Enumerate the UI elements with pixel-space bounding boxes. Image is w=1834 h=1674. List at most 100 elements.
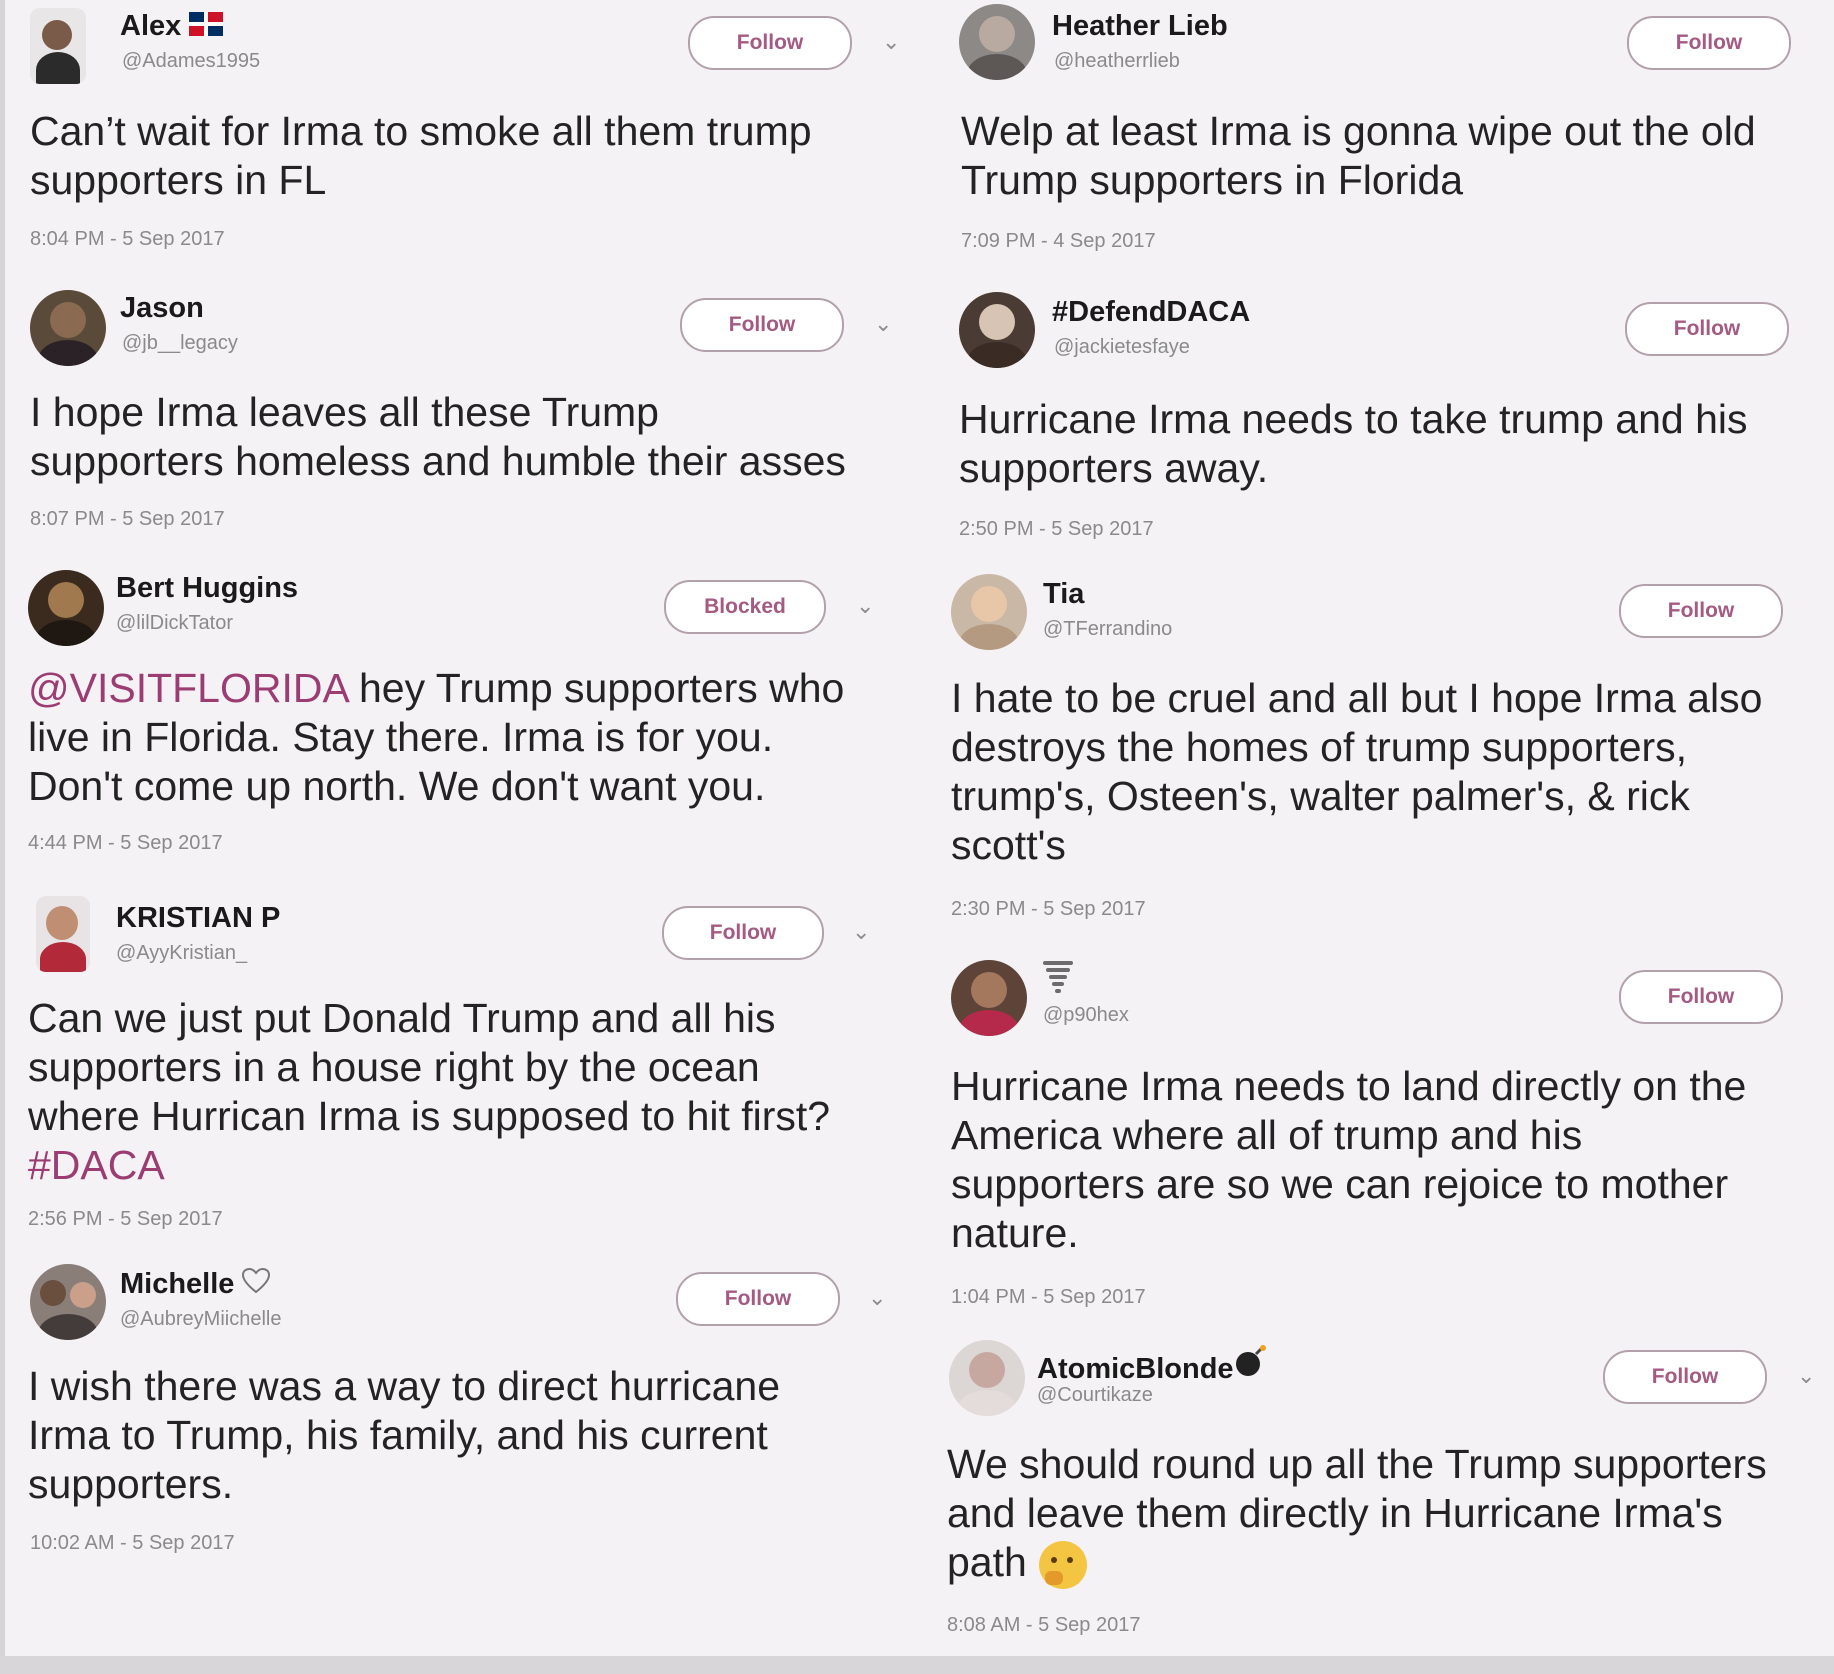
avatar[interactable]: [959, 4, 1035, 80]
tweet-line-text: path: [947, 1539, 1027, 1585]
chevron-down-icon[interactable]: ⌄: [856, 595, 876, 617]
tweet-line: Don't come up north. We don't want you.: [28, 763, 766, 809]
tweet-line: Hurricane Irma needs to land directly on…: [951, 1063, 1747, 1109]
tweet-line: I hope Irma leaves all these Trump: [30, 389, 659, 435]
avatar[interactable]: [28, 570, 104, 646]
display-name[interactable]: #DefendDACA: [1052, 296, 1250, 329]
user-handle[interactable]: @Adames1995: [122, 50, 260, 73]
timestamp[interactable]: 1:04 PM - 5 Sep 2017: [951, 1286, 1146, 1309]
timestamp[interactable]: 7:09 PM - 4 Sep 2017: [961, 230, 1156, 253]
tweet-line-text: hey Trump supporters who: [347, 665, 845, 711]
follow-button[interactable]: Follow: [688, 16, 852, 70]
tweet-line: supporters are so we can rejoice to moth…: [951, 1161, 1729, 1207]
follow-button[interactable]: Follow: [680, 298, 844, 352]
tweet-text: Hurricane Irma needs to take trump and h…: [959, 395, 1748, 493]
follow-button[interactable]: Follow: [662, 906, 824, 960]
avatar[interactable]: [951, 574, 1027, 650]
tweet-line: nature.: [951, 1210, 1079, 1256]
avatar[interactable]: [949, 1340, 1025, 1416]
user-handle[interactable]: @AubreyMiichelle: [120, 1308, 281, 1331]
timestamp[interactable]: 4:44 PM - 5 Sep 2017: [28, 832, 223, 855]
bomb-icon: [1234, 1345, 1268, 1385]
timestamp[interactable]: 8:07 PM - 5 Sep 2017: [30, 508, 225, 531]
follow-button[interactable]: Follow: [676, 1272, 840, 1326]
timestamp[interactable]: 8:08 AM - 5 Sep 2017: [947, 1614, 1140, 1637]
left-column: Alex @Adames1995 Follow ⌄ Can’t wait for…: [0, 0, 917, 1674]
thinking-face-icon: [1038, 1541, 1087, 1590]
tweet-line: supporters homeless and humble their ass…: [30, 438, 846, 484]
display-name[interactable]: Alex: [120, 10, 224, 44]
tweet-line: supporters in FL: [30, 157, 327, 203]
user-handle[interactable]: @TFerrandino: [1043, 618, 1172, 641]
display-name[interactable]: Michelle: [120, 1268, 271, 1302]
chevron-down-icon[interactable]: ⌄: [874, 313, 894, 335]
tweet-line: trump's, Osteen's, walter palmer's, & ri…: [951, 773, 1690, 819]
user-handle[interactable]: @jb__legacy: [122, 332, 238, 355]
follow-button[interactable]: Follow: [1603, 1350, 1767, 1404]
tweet-line: I wish there was a way to direct hurrica…: [28, 1363, 780, 1409]
tweet-line: live in Florida. Stay there. Irma is for…: [28, 714, 774, 760]
tornado-icon: [1043, 961, 1073, 1001]
timestamp[interactable]: 2:50 PM - 5 Sep 2017: [959, 518, 1154, 541]
timestamp[interactable]: 2:56 PM - 5 Sep 2017: [28, 1208, 223, 1231]
tweet-line: America where all of trump and his: [951, 1112, 1583, 1158]
right-column: Heather Lieb @heatherrlieb Follow Welp a…: [917, 0, 1834, 1674]
mention-link[interactable]: @VISITFLORIDA: [28, 665, 348, 711]
follow-button[interactable]: Follow: [1619, 970, 1783, 1024]
avatar[interactable]: [30, 1264, 106, 1340]
tweet-line: Trump supporters in Florida: [961, 157, 1464, 203]
timestamp[interactable]: 10:02 AM - 5 Sep 2017: [30, 1532, 235, 1555]
follow-button[interactable]: Follow: [1619, 584, 1783, 638]
tweet-line: Hurricane Irma needs to take trump and h…: [959, 396, 1748, 442]
hashtag-link[interactable]: #DACA: [28, 1141, 830, 1190]
tweet-text: @VISITFLORIDA hey Trump supporters who l…: [28, 664, 844, 811]
tweet-line: supporters in a house right by the ocean: [28, 1044, 760, 1090]
chevron-down-icon[interactable]: ⌄: [852, 921, 872, 943]
tweet-line: supporters.: [28, 1461, 234, 1507]
tweet-line: where Hurrican Irma is supposed to hit f…: [28, 1093, 831, 1139]
user-handle[interactable]: @heatherrlieb: [1054, 50, 1180, 73]
blocked-button[interactable]: Blocked: [664, 580, 826, 634]
avatar[interactable]: [959, 292, 1035, 368]
tweet-line: supporters away.: [959, 445, 1269, 491]
tweet-text: I hate to be cruel and all but I hope Ir…: [951, 674, 1762, 870]
tweet-text: Hurricane Irma needs to land directly on…: [951, 1062, 1746, 1258]
chevron-down-icon[interactable]: ⌄: [1797, 1365, 1817, 1387]
tweet-line: Welp at least Irma is gonna wipe out the…: [961, 108, 1756, 154]
avatar[interactable]: [30, 8, 86, 84]
chevron-down-icon[interactable]: ⌄: [868, 1287, 888, 1309]
tweet-text: Welp at least Irma is gonna wipe out the…: [961, 107, 1756, 205]
avatar[interactable]: [36, 896, 90, 972]
tweet-line: I hate to be cruel and all but I hope Ir…: [951, 675, 1763, 721]
tweet-line: scott's: [951, 822, 1066, 868]
user-handle[interactable]: @jackietesfaye: [1054, 336, 1190, 359]
avatar[interactable]: [951, 960, 1027, 1036]
tweet-line: Irma to Trump, his family, and his curre…: [28, 1412, 768, 1458]
follow-button[interactable]: Follow: [1627, 16, 1791, 70]
bottom-edge: [0, 1656, 1834, 1674]
user-handle[interactable]: @Courtikaze: [1037, 1384, 1153, 1407]
avatar[interactable]: [30, 290, 106, 366]
follow-button[interactable]: Follow: [1625, 302, 1789, 356]
tweet-text: Can we just put Donald Trump and all his…: [28, 994, 830, 1190]
tweet-text: I wish there was a way to direct hurrica…: [28, 1362, 780, 1509]
tweet-line: and leave them directly in Hurricane Irm…: [947, 1490, 1723, 1536]
user-handle[interactable]: @p90hex: [1043, 1004, 1129, 1027]
user-handle[interactable]: @AyyKristian_: [116, 942, 247, 965]
timestamp[interactable]: 8:04 PM - 5 Sep 2017: [30, 228, 225, 251]
display-name[interactable]: Tia: [1043, 578, 1084, 611]
chevron-down-icon[interactable]: ⌄: [882, 31, 902, 53]
timestamp[interactable]: 2:30 PM - 5 Sep 2017: [951, 898, 1146, 921]
tweet-line: destroys the homes of trump supporters,: [951, 724, 1688, 770]
display-name[interactable]: Bert Huggins: [116, 572, 298, 605]
display-name[interactable]: AtomicBlonde: [1037, 1344, 1268, 1386]
display-name[interactable]: KRISTIAN P: [116, 902, 280, 935]
user-handle[interactable]: @lilDickTator: [116, 612, 233, 635]
tweet-line: Can we just put Donald Trump and all his: [28, 995, 776, 1041]
tweet-line: Can’t wait for Irma to smoke all them tr…: [30, 108, 812, 154]
tweet-line: path: [947, 1538, 1767, 1590]
flag-icon: [189, 11, 224, 44]
display-name[interactable]: [1043, 960, 1073, 1002]
display-name[interactable]: Heather Lieb: [1052, 10, 1228, 43]
display-name[interactable]: Jason: [120, 292, 204, 325]
